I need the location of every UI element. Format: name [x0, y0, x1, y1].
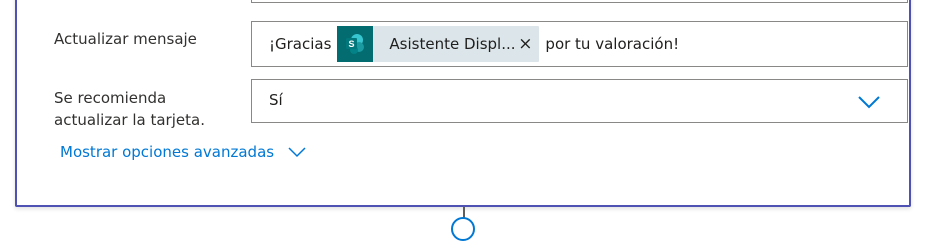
- sharepoint-icon: S: [337, 26, 374, 62]
- token-label: Asistente Displ...: [389, 35, 516, 53]
- remove-token-button[interactable]: ×: [511, 34, 539, 54]
- update-card-dropdown[interactable]: Sí: [251, 79, 908, 123]
- update-message-field[interactable]: ¡Gracias S Asistente Displ... × por tu v…: [251, 21, 908, 67]
- action-card: Actualizar mensaje ¡Gracias S Asistente …: [15, 0, 911, 207]
- dropdown-selected-value: Sí: [269, 91, 283, 109]
- chevron-down-icon[interactable]: [857, 94, 881, 113]
- show-advanced-options-button[interactable]: Mostrar opciones avanzadas: [60, 143, 306, 161]
- advanced-options-label: Mostrar opciones avanzadas: [60, 143, 275, 161]
- message-text-after: por tu valoración!: [545, 35, 680, 53]
- update-card-label: Se recomienda actualizar la tarjeta.: [54, 87, 205, 131]
- update-message-label: Actualizar mensaje: [54, 30, 197, 48]
- update-card-label-line1: Se recomienda: [54, 89, 167, 107]
- svg-text:S: S: [349, 39, 355, 49]
- dynamic-content-token[interactable]: S Asistente Displ... ×: [337, 26, 540, 62]
- previous-field[interactable]: [251, 0, 908, 3]
- message-text-before: ¡Gracias: [269, 35, 332, 53]
- add-step-button[interactable]: [451, 217, 475, 241]
- update-card-label-line2: actualizar la tarjeta.: [54, 111, 205, 129]
- chevron-down-icon: [288, 146, 306, 157]
